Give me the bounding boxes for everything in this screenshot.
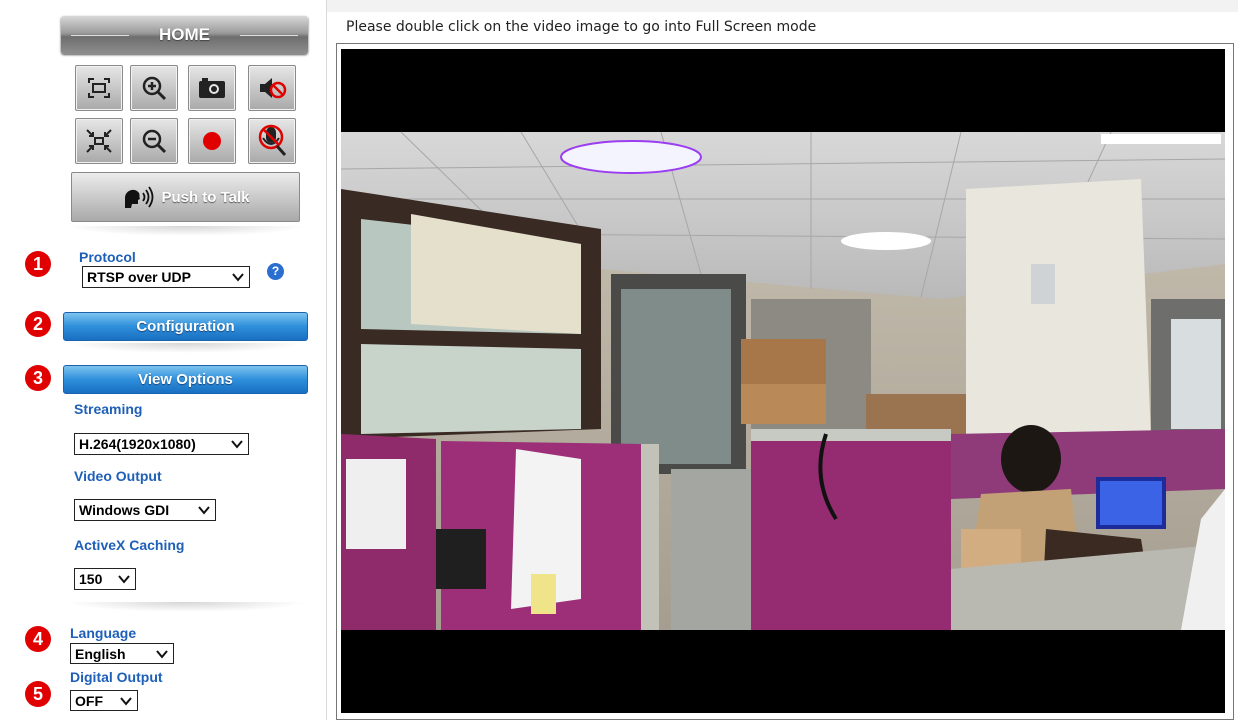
streaming-select[interactable]: H.264(1920x1080) — [74, 433, 249, 455]
language-select[interactable]: English — [70, 643, 174, 664]
digital-output-value: OFF — [75, 692, 103, 709]
fullscreen-hint: Please double click on the video image t… — [346, 19, 817, 35]
svg-text:2: 2 — [33, 314, 43, 334]
svg-text:3: 3 — [33, 368, 43, 388]
step-3-badge: 3 — [25, 365, 51, 391]
view-options-button[interactable]: View Options — [63, 365, 308, 394]
digital-output-label: Digital Output — [70, 669, 163, 685]
step-2-badge: 2 — [25, 311, 51, 337]
svg-text:4: 4 — [33, 629, 43, 649]
video-viewport[interactable] — [341, 49, 1225, 713]
chevron-down-icon — [198, 506, 210, 515]
protocol-value: RTSP over UDP — [87, 269, 191, 285]
video-output-select[interactable]: Windows GDI — [74, 499, 216, 521]
chevron-down-icon — [232, 273, 244, 282]
zoom-in-icon — [142, 76, 167, 101]
activex-caching-label: ActiveX Caching — [74, 537, 185, 553]
help-icon[interactable]: ? — [267, 263, 284, 280]
step-1-badge: 1 — [25, 251, 51, 277]
record-button[interactable] — [188, 118, 236, 164]
separator — [66, 602, 306, 612]
video-output-value: Windows GDI — [79, 502, 170, 518]
home-button[interactable]: HOME — [61, 16, 308, 54]
zoom-in-button[interactable] — [130, 65, 178, 111]
home-line-right — [240, 35, 298, 36]
mute-speaker-button[interactable] — [248, 65, 296, 111]
separator — [66, 343, 306, 353]
protocol-select[interactable]: RTSP over UDP — [82, 266, 250, 288]
streaming-value: H.264(1920x1080) — [79, 436, 196, 452]
protocol-label: Protocol — [79, 249, 136, 265]
fullscreen-icon — [88, 78, 110, 98]
step-5-badge: 5 — [25, 681, 51, 707]
fit-screen-icon — [86, 129, 112, 153]
video-output-label: Video Output — [74, 468, 162, 484]
home-line-left — [71, 35, 129, 36]
svg-text:5: 5 — [33, 684, 43, 704]
chevron-down-icon — [156, 650, 168, 659]
record-icon — [203, 132, 221, 150]
mute-speaker-icon — [260, 78, 287, 99]
activex-caching-value: 150 — [79, 571, 103, 587]
configuration-button[interactable]: Configuration — [63, 312, 308, 341]
top-bar — [326, 0, 1238, 12]
zoom-out-icon — [142, 129, 167, 154]
fullscreen-button[interactable] — [75, 65, 123, 111]
language-value: English — [75, 645, 126, 662]
snapshot-button[interactable] — [188, 65, 236, 111]
push-to-talk-button[interactable]: Push to Talk — [71, 172, 300, 222]
digital-output-select[interactable]: OFF — [70, 690, 138, 711]
home-label: HOME — [159, 25, 210, 44]
chevron-down-icon — [120, 697, 132, 706]
video-image — [341, 131, 1225, 630]
mute-mic-button[interactable] — [248, 118, 296, 164]
mute-mic-icon — [258, 124, 287, 156]
language-label: Language — [70, 625, 137, 641]
fit-screen-button[interactable] — [75, 118, 123, 164]
push-to-talk-label: Push to Talk — [161, 188, 250, 206]
panel-divider — [326, 0, 327, 720]
activex-caching-select[interactable]: 150 — [74, 568, 136, 590]
chevron-down-icon — [118, 575, 130, 584]
zoom-out-button[interactable] — [130, 118, 178, 164]
streaming-label: Streaming — [74, 401, 143, 417]
step-4-badge: 4 — [25, 626, 51, 652]
separator — [66, 226, 306, 236]
chevron-down-icon — [231, 440, 243, 449]
svg-text:1: 1 — [33, 254, 43, 274]
snapshot-icon — [199, 78, 225, 98]
speaking-head-icon — [125, 186, 154, 208]
